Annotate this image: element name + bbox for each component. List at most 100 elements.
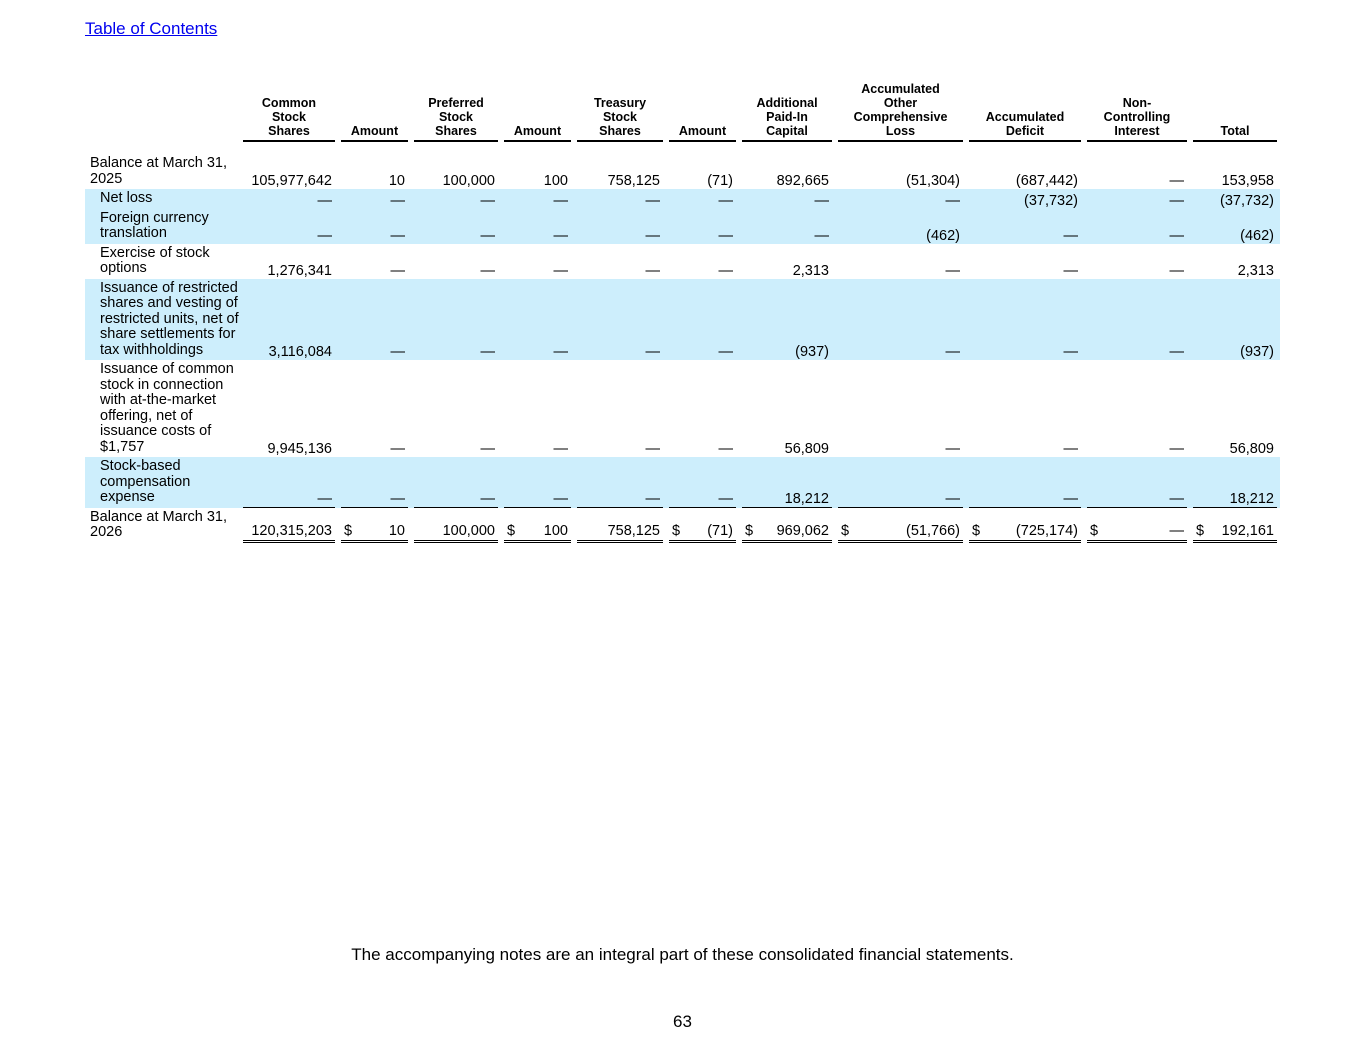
cell-value: 56,809: [1229, 441, 1274, 457]
value-cell: 10: [338, 154, 411, 189]
column-header-line: Controlling: [1103, 110, 1171, 124]
value-cell: 153,958: [1190, 154, 1280, 189]
value-cell: —: [835, 278, 966, 360]
table-of-contents-link[interactable]: Table of Contents: [85, 19, 217, 39]
cell-value: —: [945, 192, 961, 209]
value-cell: —: [574, 189, 666, 209]
value-cell: 892,665: [739, 154, 835, 189]
column-header-line: Stock: [438, 110, 474, 124]
cell-value: —: [1169, 262, 1185, 279]
cell-value: 3,116,084: [268, 344, 332, 360]
cell-value: —: [317, 227, 333, 244]
value-cell: —: [666, 360, 739, 457]
column-header-line: Shares: [435, 124, 477, 138]
value-cell: —: [966, 244, 1084, 279]
cell-value: 10: [388, 522, 405, 539]
value-cell: —: [411, 278, 501, 360]
total-row: Balance at March 31, 2026 120,315,203 $10 1…: [85, 508, 1280, 543]
stockholders-equity-table: Common Stock Shares Amount Preferred Stock Sha…: [85, 82, 1280, 543]
column-header-line: Shares: [268, 124, 310, 138]
cell-value: 758,125: [607, 173, 660, 189]
footnote: The accompanying notes are an integral p…: [351, 945, 1014, 964]
value-cell: —: [501, 457, 574, 508]
page-number: 63: [673, 1012, 692, 1031]
cell-value: —: [553, 262, 569, 279]
cell-value: —: [1063, 262, 1079, 279]
value-cell: —: [501, 189, 574, 209]
value-cell: —: [666, 244, 739, 279]
cell-value: 2,313: [792, 262, 829, 279]
column-header-line: Amount: [678, 124, 727, 138]
value-cell: (51,304): [835, 154, 966, 189]
column-header: Accumulated Other Comprehensive Loss: [835, 82, 966, 142]
cell-value: —: [718, 441, 734, 457]
cell-value: —: [645, 490, 661, 507]
value-cell: (71): [666, 154, 739, 189]
cell-value: 120,315,203: [251, 522, 332, 539]
value-cell: —: [666, 208, 739, 244]
value-cell: —: [666, 189, 739, 209]
value-cell: 100,000: [411, 508, 501, 543]
cell-value: (725,174): [1015, 522, 1078, 539]
value-cell: —: [574, 244, 666, 279]
cell-value: —: [553, 192, 569, 209]
cell-value: 153,958: [1221, 173, 1274, 189]
cell-value: 100,000: [442, 173, 495, 189]
table-row: Exercise of stock options 1,276,341 — — — — — 2…: [85, 244, 1280, 279]
cell-value: —: [814, 227, 830, 244]
row-label: Stock-based compensation expense: [85, 457, 240, 508]
column-header-line: Accumulated: [861, 82, 940, 96]
value-cell: —: [966, 208, 1084, 244]
value-cell: —: [411, 189, 501, 209]
cell-value: (462): [1240, 227, 1274, 244]
value-cell: —: [574, 208, 666, 244]
value-cell: 2,313: [1190, 244, 1280, 279]
cell-value: —: [718, 490, 734, 507]
value-cell: —: [338, 244, 411, 279]
value-cell: —: [240, 208, 338, 244]
cell-value: 758,125: [607, 522, 660, 539]
cell-value: 969,062: [776, 522, 829, 539]
table-header-row: Common Stock Shares Amount Preferred Stock Sha…: [85, 82, 1280, 142]
cell-value: —: [645, 192, 661, 209]
cell-value: —: [945, 441, 961, 457]
cell-value: —: [390, 262, 406, 279]
value-cell: $969,062: [739, 508, 835, 543]
value-cell: —: [338, 360, 411, 457]
value-cell: —: [240, 189, 338, 209]
row-label: Net loss: [85, 189, 240, 209]
column-header-line: Treasury: [593, 96, 647, 110]
column-header-line: Stock: [602, 110, 638, 124]
cell-value: —: [553, 441, 569, 457]
cell-value: —: [553, 227, 569, 244]
value-cell: 9,945,136: [240, 360, 338, 457]
value-cell: 120,315,203: [240, 508, 338, 543]
cell-value: (37,732): [1023, 192, 1078, 209]
value-cell: (937): [739, 278, 835, 360]
column-header: Amount: [501, 82, 574, 142]
column-header-line: Shares: [599, 124, 641, 138]
column-header-line: Deficit: [1005, 124, 1045, 138]
value-cell: 100,000: [411, 154, 501, 189]
value-cell: —: [338, 189, 411, 209]
value-cell: —: [835, 360, 966, 457]
column-header-line: Amount: [513, 124, 562, 138]
value-cell: —: [1084, 244, 1190, 279]
value-cell: —: [966, 360, 1084, 457]
cell-value: —: [1169, 441, 1185, 457]
value-cell: —: [666, 457, 739, 508]
value-cell: —: [501, 208, 574, 244]
value-cell: (462): [835, 208, 966, 244]
cell-value: —: [480, 227, 496, 244]
value-cell: (937): [1190, 278, 1280, 360]
cell-value: —: [718, 227, 734, 244]
cell-value: —: [480, 344, 496, 360]
value-cell: 758,125: [574, 508, 666, 543]
dollar-sign: $: [841, 522, 850, 539]
header-label-cell: [85, 82, 240, 142]
cell-value: —: [718, 192, 734, 209]
value-cell: —: [966, 457, 1084, 508]
cell-value: 18,212: [784, 490, 829, 507]
cell-value: —: [390, 441, 406, 457]
column-header: Total: [1190, 82, 1280, 142]
